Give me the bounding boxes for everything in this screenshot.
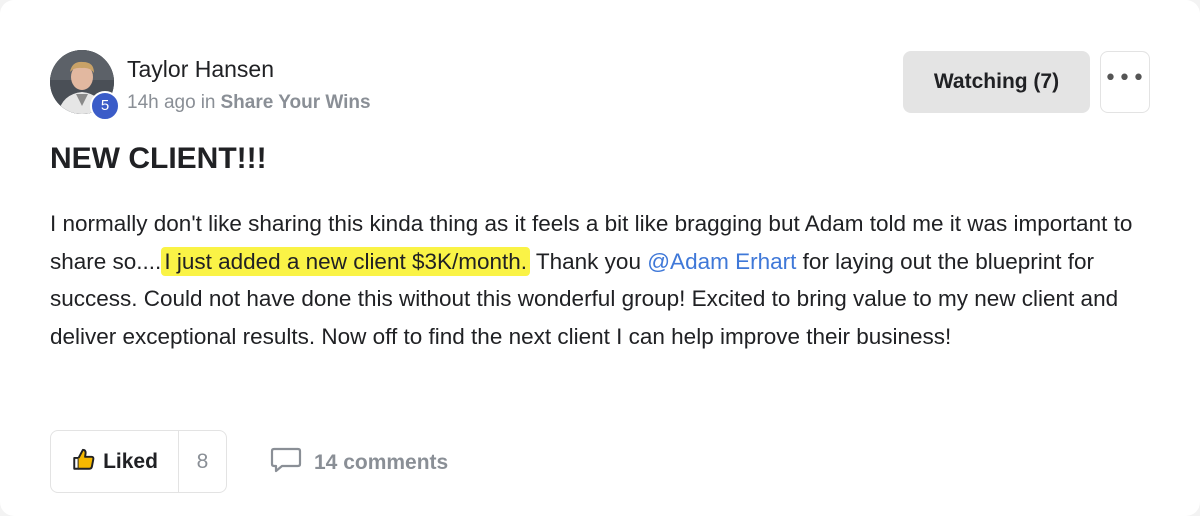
post-title: NEW CLIENT!!! [50,142,267,175]
more-button[interactable]: ••• [1100,51,1150,113]
level-badge: 5 [90,91,120,121]
like-box: Liked 8 [50,430,227,493]
category-link[interactable]: Share Your Wins [220,92,370,113]
author-avatar-wrap[interactable]: 5 [50,50,120,121]
thumbs-up-icon [71,446,97,477]
post-card: 5 Taylor Hansen 14h ago in Share Your Wins… [0,0,1200,516]
mention-link[interactable]: @Adam Erhart [647,249,796,274]
post-time: 14h ago [127,92,196,113]
highlighted-text: I just added a new client $3K/month. [161,246,531,276]
post-body: I normally don't like sharing this kinda… [50,205,1140,355]
author-name[interactable]: Taylor Hansen [127,56,274,83]
body-text-2: Thank you [530,248,648,274]
like-button[interactable]: Liked [51,431,179,492]
comments-label: 14 comments [314,450,449,474]
more-icon: ••• [1104,66,1146,91]
like-count[interactable]: 8 [179,450,226,474]
comment-icon [270,446,302,479]
meta-in-text: in [200,92,216,113]
watching-button[interactable]: Watching (7) [903,51,1090,113]
comments-button[interactable]: 14 comments [270,446,448,479]
post-meta: 14h ago in Share Your Wins [127,92,371,114]
like-label: Liked [103,449,158,473]
